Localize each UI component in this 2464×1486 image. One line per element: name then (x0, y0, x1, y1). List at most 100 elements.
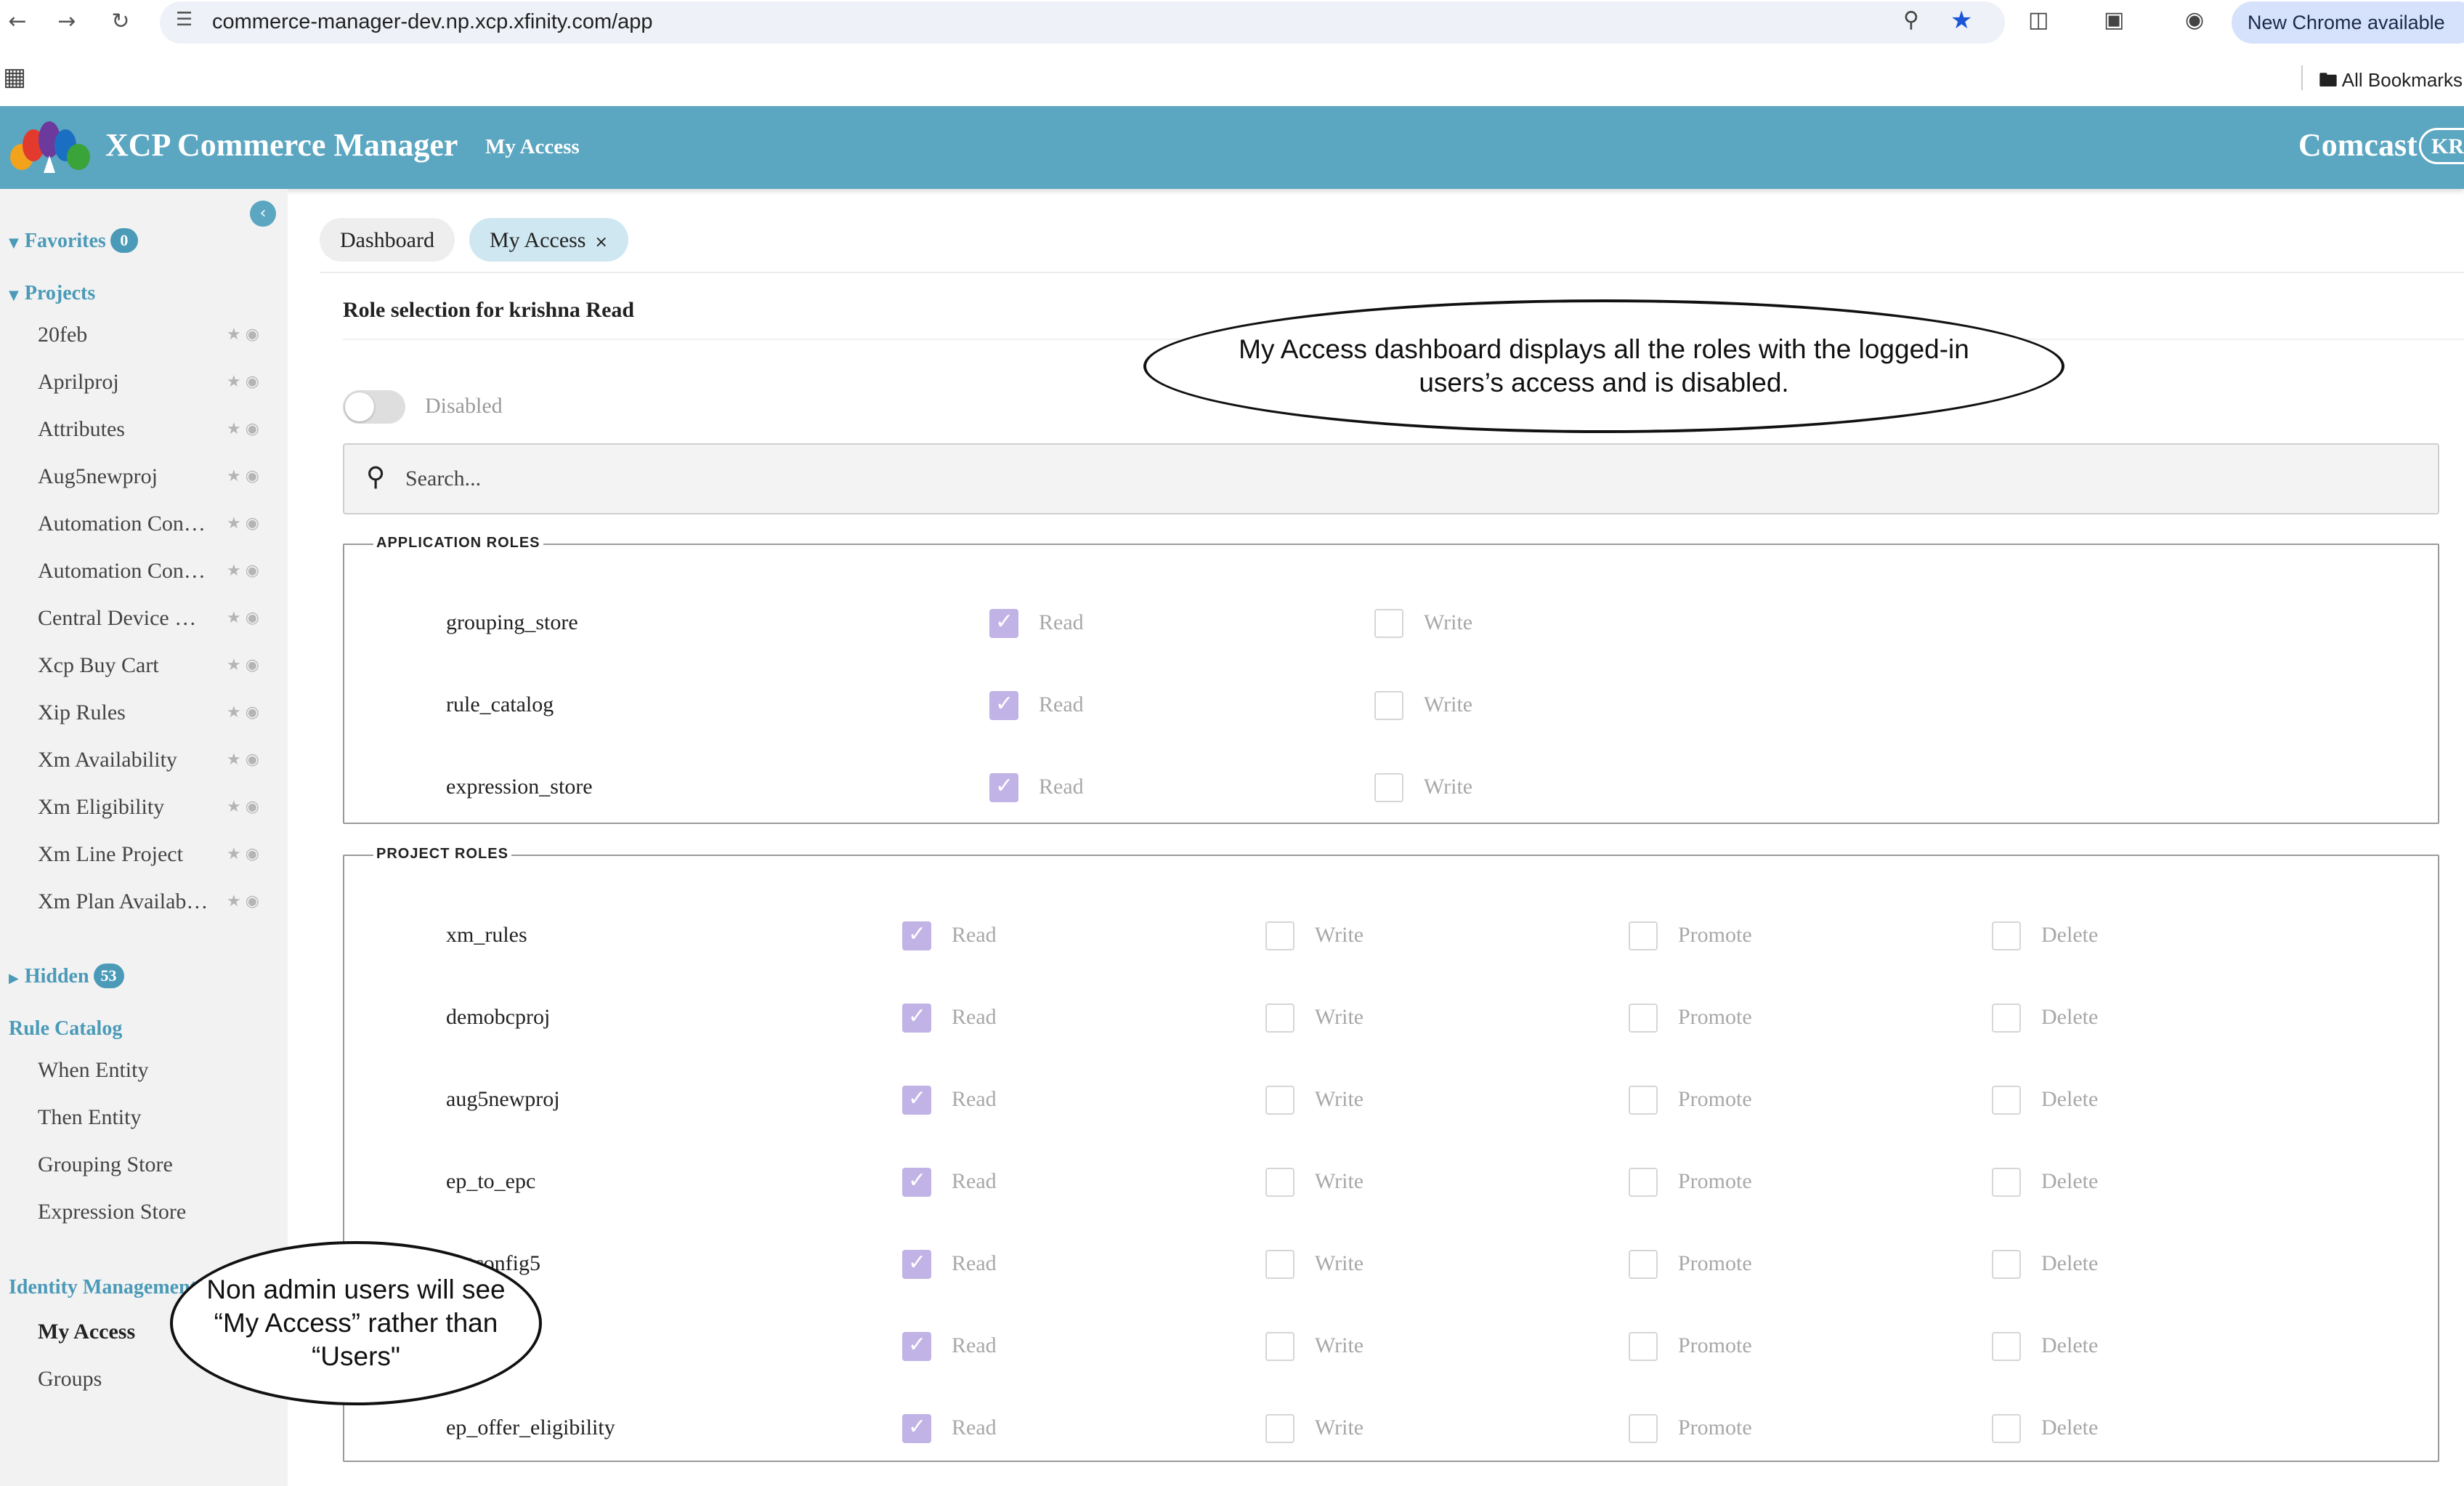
write-checkbox[interactable] (1374, 609, 1403, 638)
read-checkbox[interactable] (989, 609, 1018, 638)
star-icon[interactable]: ★ (227, 703, 246, 722)
sidebar-item-project[interactable]: Central Device … ★◉ (38, 606, 277, 642)
read-checkbox[interactable] (902, 1414, 931, 1443)
delete-checkbox[interactable] (1992, 1004, 2021, 1033)
write-checkbox[interactable] (1265, 921, 1294, 950)
sidebar-item-project[interactable]: Xm Line Project ★◉ (38, 842, 277, 879)
sidebar-item-project[interactable]: Attributes ★◉ (38, 417, 277, 453)
star-icon[interactable]: ★ (227, 514, 246, 533)
delete-checkbox[interactable] (1992, 1168, 2021, 1197)
sidebar-rule-catalog-header[interactable]: Rule Catalog (9, 1017, 122, 1041)
write-checkbox[interactable] (1265, 1250, 1294, 1279)
eye-icon[interactable]: ◉ (246, 845, 264, 863)
sidebar-item-project[interactable]: Aug5newproj ★◉ (38, 464, 277, 501)
star-icon[interactable]: ★ (227, 798, 246, 816)
star-icon[interactable]: ★ (227, 420, 246, 438)
read-checkbox[interactable] (902, 1168, 931, 1197)
write-checkbox[interactable] (1265, 1086, 1294, 1115)
read-checkbox[interactable] (902, 1332, 931, 1361)
address-bar[interactable]: ☰ commerce-manager-dev.np.xcp.xfinity.co… (160, 1, 2005, 44)
promote-checkbox[interactable] (1629, 1332, 1658, 1361)
eye-icon[interactable]: ◉ (246, 467, 264, 485)
promote-checkbox[interactable] (1629, 1168, 1658, 1197)
promote-checkbox[interactable] (1629, 921, 1658, 950)
star-icon[interactable]: ★ (227, 326, 246, 344)
sidebar-item-project[interactable]: Automation Con… ★◉ (38, 559, 277, 595)
sidebar-item-project[interactable]: Xcp Buy Cart ★◉ (38, 653, 277, 690)
delete-checkbox[interactable] (1992, 1086, 2021, 1115)
write-checkbox[interactable] (1265, 1168, 1294, 1197)
sidebar-item-project[interactable]: Xm Availability ★◉ (38, 748, 277, 784)
zoom-icon[interactable]: ⚲ (1903, 7, 1919, 33)
delete-checkbox[interactable] (1992, 1332, 2021, 1361)
chevron-left-icon[interactable]: ‹ (250, 201, 276, 227)
sidebar-item-my-access[interactable]: My Access (38, 1320, 135, 1344)
star-icon[interactable]: ★ (227, 892, 246, 910)
eye-icon[interactable]: ◉ (246, 798, 264, 816)
enable-toggle[interactable] (343, 390, 405, 424)
eye-icon[interactable]: ◉ (246, 326, 264, 344)
promote-checkbox[interactable] (1629, 1250, 1658, 1279)
sidebar-item-project[interactable]: Aprilproj ★◉ (38, 370, 277, 406)
write-checkbox[interactable] (1374, 691, 1403, 720)
write-checkbox[interactable] (1265, 1414, 1294, 1443)
extensions-icon[interactable]: ◫ (2028, 7, 2048, 33)
tab-dashboard[interactable]: Dashboard (320, 218, 455, 262)
star-icon[interactable]: ★ (227, 751, 246, 769)
read-checkbox[interactable] (989, 773, 1018, 802)
eye-icon[interactable]: ◉ (246, 562, 264, 580)
close-icon[interactable]: × (594, 233, 607, 251)
sidebar-item-project[interactable]: Automation Con… ★◉ (38, 512, 277, 548)
star-icon[interactable]: ★ (227, 609, 246, 627)
star-icon[interactable]: ★ (227, 656, 246, 674)
eye-icon[interactable]: ◉ (246, 751, 264, 769)
sidebar-identity-management-header[interactable]: Identity Management (9, 1276, 197, 1299)
star-icon[interactable]: ★ (227, 562, 246, 580)
sidebar-item-when-entity[interactable]: When Entity (38, 1058, 148, 1083)
delete-checkbox[interactable] (1992, 1250, 2021, 1279)
eye-icon[interactable]: ◉ (246, 373, 264, 391)
star-icon[interactable]: ★ (227, 845, 246, 863)
eye-icon[interactable]: ◉ (246, 514, 264, 533)
user-avatar[interactable]: KR (2419, 128, 2464, 164)
reload-icon[interactable]: ↻ (106, 7, 135, 36)
back-arrow-icon[interactable]: ← (3, 7, 32, 36)
eye-icon[interactable]: ◉ (246, 609, 264, 627)
forward-arrow-icon[interactable]: → (52, 7, 81, 36)
promote-checkbox[interactable] (1629, 1004, 1658, 1033)
search-input[interactable] (405, 462, 2367, 496)
write-checkbox[interactable] (1265, 1004, 1294, 1033)
read-checkbox[interactable] (902, 1004, 931, 1033)
sidebar-item-grouping-store[interactable]: Grouping Store (38, 1152, 173, 1177)
read-checkbox[interactable] (989, 691, 1018, 720)
eye-icon[interactable]: ◉ (246, 892, 264, 910)
sidebar-projects-header[interactable]: ▼ Projects (9, 282, 95, 305)
star-icon[interactable]: ★ (227, 467, 246, 485)
read-checkbox[interactable] (902, 921, 931, 950)
sidebar-item-then-entity[interactable]: Then Entity (38, 1105, 141, 1130)
bookmark-star-icon[interactable]: ★ (1950, 6, 1972, 35)
write-checkbox[interactable] (1265, 1332, 1294, 1361)
delete-checkbox[interactable] (1992, 921, 2021, 950)
apps-grid-icon[interactable]: ▦ (3, 62, 26, 92)
sidebar-item-project[interactable]: Xip Rules ★◉ (38, 700, 277, 737)
read-checkbox[interactable] (902, 1086, 931, 1115)
write-checkbox[interactable] (1374, 773, 1403, 802)
sidebar-favorites-header[interactable]: ▼ Favorites 0 (9, 228, 138, 253)
profile-icon[interactable]: ◉ (2185, 7, 2204, 33)
header-my-access-link[interactable]: My Access (485, 135, 580, 159)
all-bookmarks-button[interactable]: 🖿 All Bookmarks (2319, 67, 2463, 99)
delete-checkbox[interactable] (1992, 1414, 2021, 1443)
promote-checkbox[interactable] (1629, 1086, 1658, 1115)
tab-search-icon[interactable]: ▣ (2104, 7, 2124, 33)
promote-checkbox[interactable] (1629, 1414, 1658, 1443)
chrome-update-button[interactable]: New Chrome available (2232, 1, 2464, 44)
sidebar-item-expression-store[interactable]: Expression Store (38, 1200, 186, 1224)
sidebar-hidden-header[interactable]: ▶ Hidden 53 (9, 964, 124, 988)
sidebar-item-project[interactable]: 20feb ★◉ (38, 323, 277, 359)
star-icon[interactable]: ★ (227, 373, 246, 391)
eye-icon[interactable]: ◉ (246, 703, 264, 722)
site-settings-icon[interactable]: ☰ (176, 9, 192, 31)
sidebar-item-project[interactable]: Xm Plan Availab… ★◉ (38, 889, 277, 926)
sidebar-item-project[interactable]: Xm Eligibility ★◉ (38, 795, 277, 831)
